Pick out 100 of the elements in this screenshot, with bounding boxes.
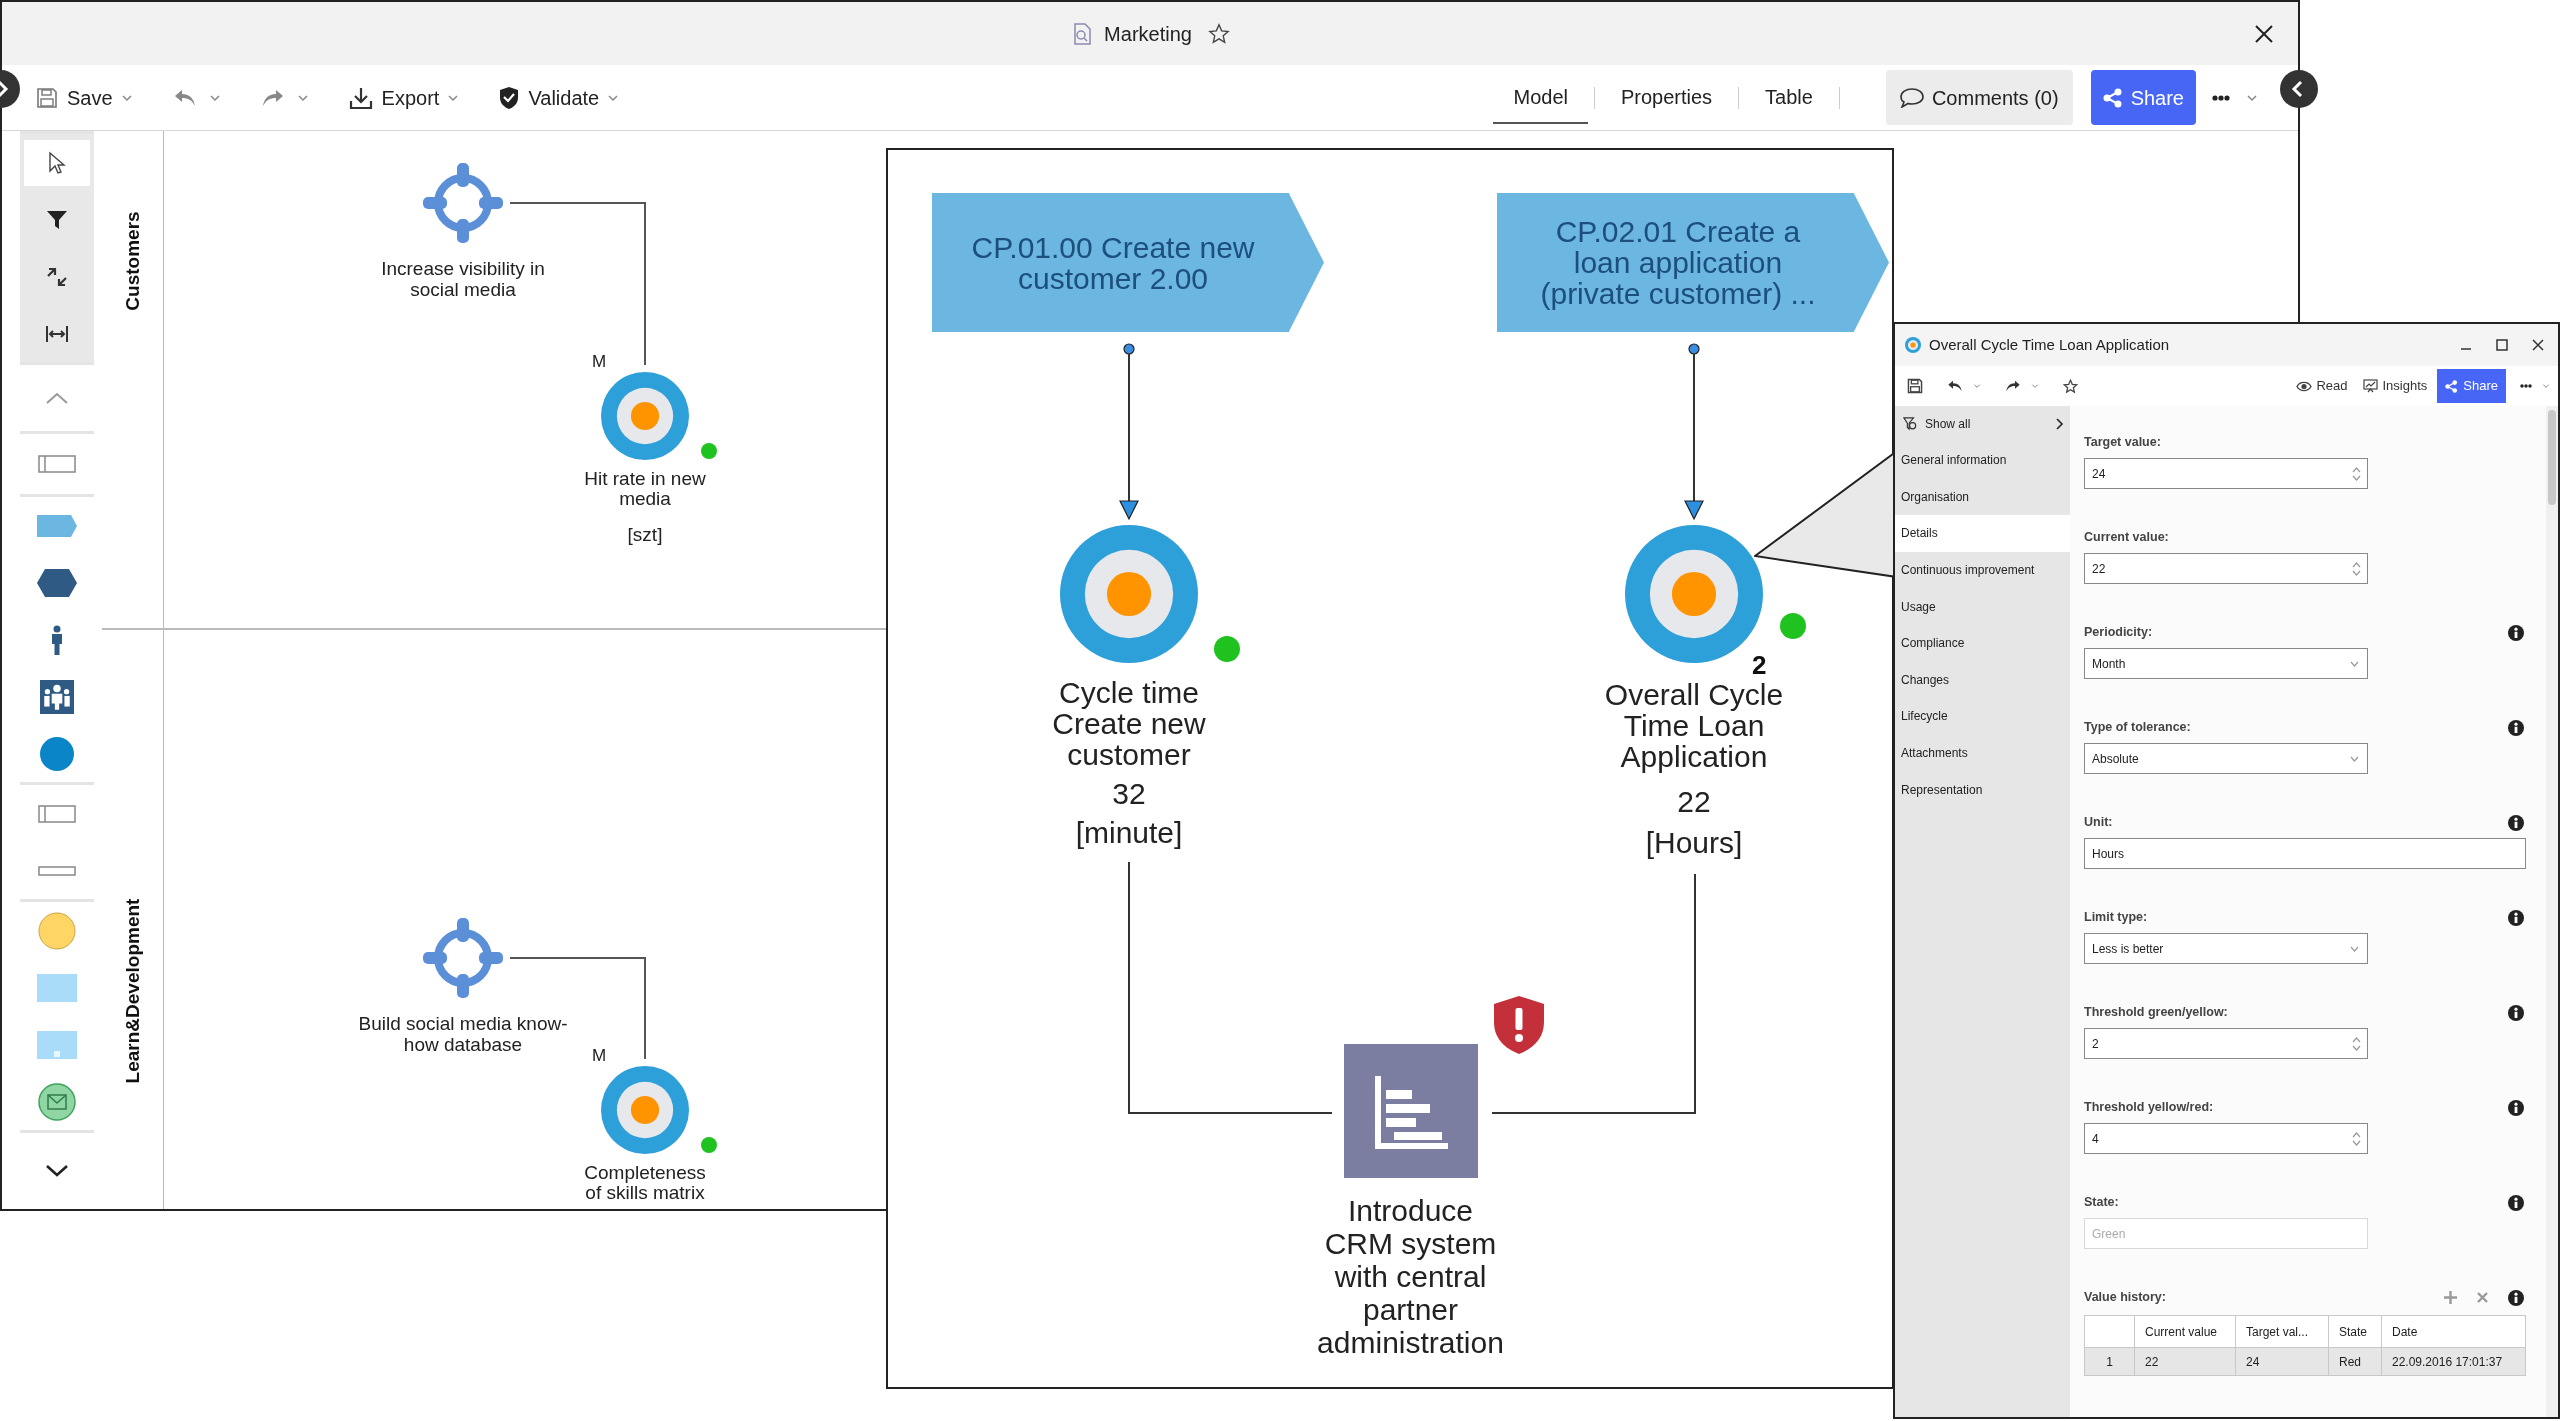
rectangle-icon[interactable] xyxy=(38,804,76,823)
lane-label: Customers xyxy=(120,211,144,311)
goal-label: Build social media know-how database xyxy=(357,1013,569,1055)
table-cell: 24 xyxy=(2235,1347,2329,1376)
hexagon-icon[interactable] xyxy=(37,568,77,597)
dropdown[interactable]: Month xyxy=(2084,648,2368,679)
undo-icon[interactable] xyxy=(1947,379,1963,393)
chevron-down-icon[interactable] xyxy=(45,1164,69,1178)
nav-item[interactable]: Details xyxy=(1895,515,2070,552)
dialog-title: Overall Cycle Time Loan Application xyxy=(1929,334,2170,355)
more-icon[interactable] xyxy=(2212,94,2230,101)
read-button[interactable]: Read xyxy=(2296,376,2348,396)
number-field[interactable]: 2 xyxy=(2084,1028,2368,1059)
presentation-chart-icon xyxy=(2363,379,2379,393)
star-icon[interactable] xyxy=(2063,378,2078,394)
validate-button[interactable]: Validate xyxy=(499,82,600,113)
thin-rectangle-icon[interactable] xyxy=(38,865,76,876)
caret-icon[interactable] xyxy=(2542,382,2550,390)
caret-icon[interactable] xyxy=(2350,945,2359,952)
panel-toggle-icon[interactable] xyxy=(2280,70,2318,108)
table-row[interactable]: 1 22 24 Red 22.09.2016 17:01:37 xyxy=(2084,1347,2526,1376)
save-icon xyxy=(36,86,58,109)
chevron-up-icon[interactable] xyxy=(45,391,69,405)
view-tab[interactable]: Table xyxy=(1745,71,1833,124)
field-label: Value history: xyxy=(2084,1289,2166,1307)
maximize-icon[interactable] xyxy=(2496,339,2508,351)
info-icon[interactable] xyxy=(2508,1099,2524,1116)
export-button[interactable]: Export xyxy=(348,82,440,113)
close-icon[interactable] xyxy=(2532,339,2544,351)
info-icon[interactable] xyxy=(2508,719,2524,736)
share-icon xyxy=(2445,379,2459,393)
delete-icon[interactable] xyxy=(2477,1292,2488,1303)
field-label: Current value: xyxy=(2084,529,2169,547)
kpi-target-icon xyxy=(1905,337,1921,353)
info-icon[interactable] xyxy=(2508,814,2524,831)
circle-icon[interactable] xyxy=(40,736,74,771)
fit-width-icon[interactable] xyxy=(45,323,69,344)
dropdown[interactable]: Absolute xyxy=(2084,743,2368,774)
caret-icon[interactable] xyxy=(2031,382,2039,390)
pointer-tool-button[interactable] xyxy=(24,139,90,186)
people-group-icon[interactable] xyxy=(40,679,74,714)
diagonal-arrows-icon[interactable] xyxy=(46,265,68,288)
caret-icon[interactable] xyxy=(2350,755,2359,762)
spinner-arrows-icon[interactable] xyxy=(2352,1035,2361,1052)
process-chevron-icon[interactable] xyxy=(37,514,77,537)
info-icon[interactable] xyxy=(2508,1194,2524,1211)
spinner-arrows-icon[interactable] xyxy=(2352,560,2361,577)
view-tab[interactable]: Model xyxy=(1493,71,1588,124)
save-icon[interactable] xyxy=(1907,378,1923,394)
share-button[interactable]: Share xyxy=(2437,369,2506,403)
bar-chart-icon xyxy=(1344,1044,1478,1178)
number-field[interactable]: 22 xyxy=(2084,553,2368,584)
field-label: Periodicity: xyxy=(2084,624,2153,642)
filter-icon xyxy=(1903,417,1917,431)
envelope-circle-icon[interactable] xyxy=(38,1082,76,1121)
view-tab[interactable]: Properties xyxy=(1600,71,1733,124)
share-button[interactable]: Share xyxy=(2090,70,2196,125)
eye-icon xyxy=(2296,380,2313,392)
more-icon[interactable] xyxy=(2520,384,2532,388)
add-icon[interactable] xyxy=(2444,1291,2457,1304)
kpi-label: Overall Cycle Time Loan Application xyxy=(1603,679,1785,772)
kpi-value: 32 xyxy=(1111,778,1147,810)
field-label: Threshold green/yellow: xyxy=(2084,1004,2228,1022)
process-step: CP.02.01 Create a loan application (private customer) ... xyxy=(1497,193,1889,332)
comments-button[interactable]: Comments (0) xyxy=(1885,70,2073,125)
spinner-arrows-icon[interactable] xyxy=(2352,1130,2361,1147)
scrollbar[interactable] xyxy=(2546,406,2558,1417)
kpi-label: Cycle time Create new customer xyxy=(1051,677,1207,770)
info-icon[interactable] xyxy=(2508,624,2524,641)
info-icon[interactable] xyxy=(2508,1289,2524,1306)
kpi-unit: [Hours] xyxy=(1644,827,1744,859)
table-cell: 22.09.2016 17:01:37 xyxy=(2381,1347,2526,1376)
kpi-value: 22 xyxy=(1676,786,1712,818)
cursor-icon[interactable] xyxy=(47,150,67,175)
person-icon[interactable] xyxy=(49,624,65,655)
info-icon[interactable] xyxy=(2508,909,2524,926)
kpi-target-icon xyxy=(1060,525,1198,663)
number-field[interactable]: 4 xyxy=(2084,1123,2368,1154)
filter-icon[interactable] xyxy=(46,208,68,231)
spinner-arrows-icon[interactable] xyxy=(2352,465,2361,482)
table-cell: 22 xyxy=(2134,1347,2236,1376)
show-all-button[interactable]: Show all xyxy=(1895,406,2070,442)
dropdown[interactable]: Less is better xyxy=(2084,933,2368,964)
save-button[interactable]: Save xyxy=(36,82,113,113)
caret-icon[interactable] xyxy=(2350,660,2359,667)
redo-icon[interactable] xyxy=(2005,379,2021,393)
rectangle-icon[interactable] xyxy=(38,455,76,473)
close-icon[interactable] xyxy=(2254,24,2274,44)
insights-button[interactable]: Insights xyxy=(2363,376,2428,396)
info-icon[interactable] xyxy=(2508,1004,2524,1021)
star-icon[interactable] xyxy=(1207,22,1230,45)
kpi-unit: [minute] xyxy=(1074,817,1184,849)
input-field[interactable]: Hours xyxy=(2084,838,2526,869)
caret-icon[interactable] xyxy=(1973,382,1981,390)
process-step: CP.01.00 Create new customer 2.00 xyxy=(932,193,1324,332)
kpi-label: Hit rate in new media xyxy=(583,469,707,509)
field-label: Threshold yellow/red: xyxy=(2084,1099,2214,1117)
kpi-target-icon xyxy=(601,372,689,460)
number-field[interactable]: 24 xyxy=(2084,458,2368,489)
crosshair-target-icon xyxy=(423,918,503,998)
